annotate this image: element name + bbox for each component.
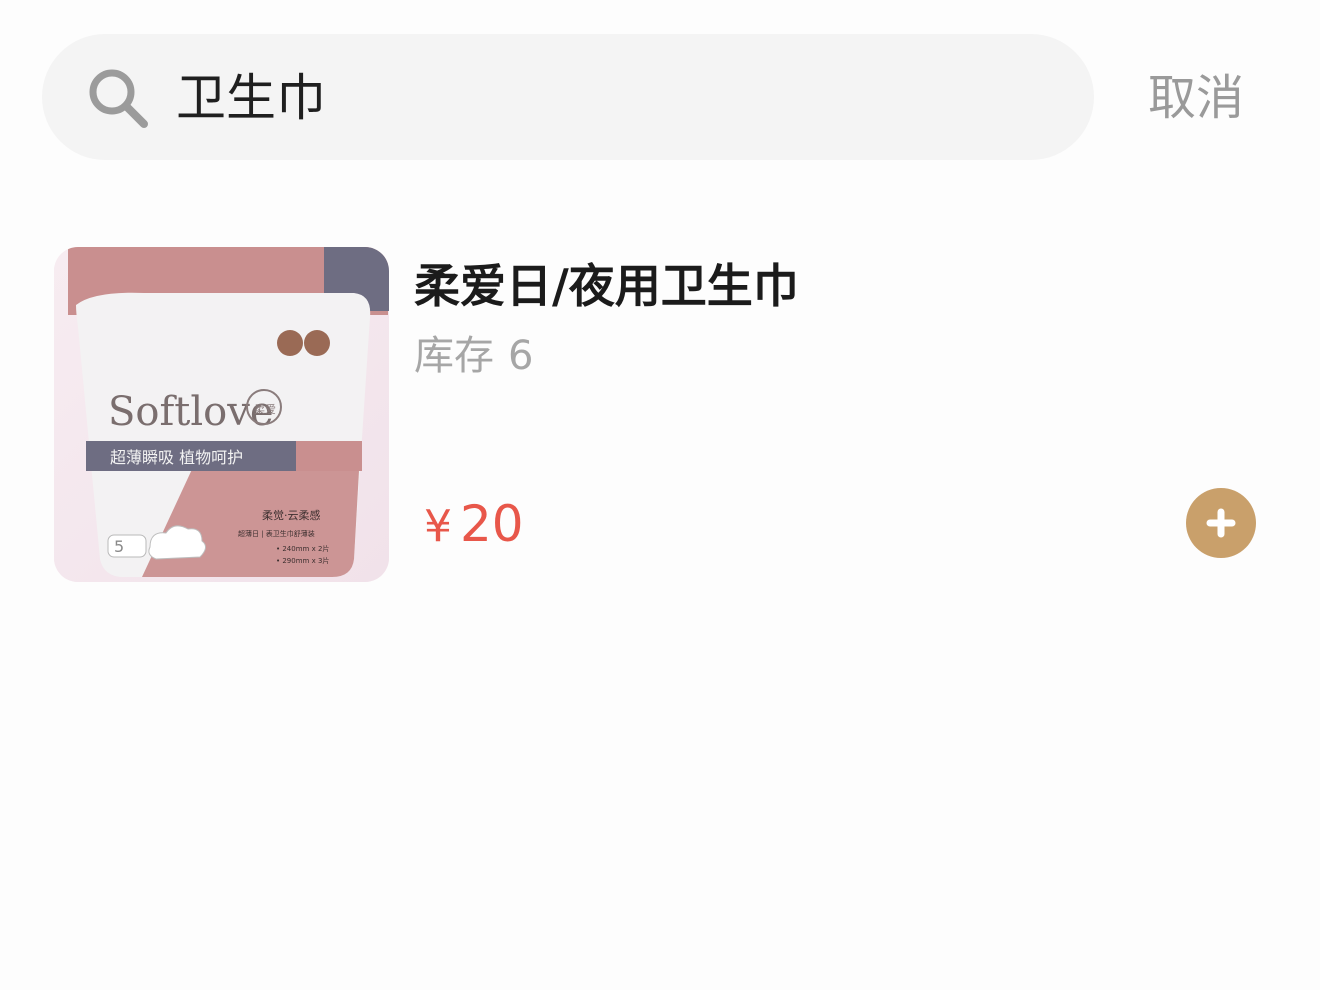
search-results-page: 取消 超薄瞬吸 植物呵护 Softlove <box>0 0 1320 990</box>
price-currency: ¥ <box>424 501 452 552</box>
product-package-illustration: 超薄瞬吸 植物呵护 Softlove 柔爱 柔觉·云柔感 超薄日 | 表卫生巾舒… <box>54 247 389 582</box>
plus-icon <box>1206 508 1236 538</box>
add-to-cart-button[interactable] <box>1186 488 1256 558</box>
price-value: 20 <box>460 495 524 553</box>
package-spec-2: • 290mm x 3片 <box>276 556 329 565</box>
package-slogan-text: 超薄瞬吸 植物呵护 <box>110 448 243 467</box>
product-name[interactable]: 柔爱日/夜用卫生巾 <box>414 256 799 316</box>
search-icon <box>89 69 148 128</box>
product-image[interactable]: 超薄瞬吸 植物呵护 Softlove 柔爱 柔觉·云柔感 超薄日 | 表卫生巾舒… <box>54 247 389 582</box>
stock-value: 6 <box>508 333 534 379</box>
package-count-badge: 5 <box>114 537 124 556</box>
product-price: ¥20 <box>424 494 524 557</box>
product-stock: 库存 6 <box>414 330 533 382</box>
package-line-name: 柔觉·云柔感 <box>262 509 321 522</box>
package-brand-badge: 柔爱 <box>254 403 276 416</box>
package-spec-line: 超薄日 | 表卫生巾舒薄装 <box>238 529 315 538</box>
cancel-button[interactable]: 取消 <box>1148 66 1244 130</box>
stock-label: 库存 <box>414 333 494 379</box>
search-input[interactable] <box>176 66 1036 130</box>
package-spec-1: • 240mm x 2片 <box>276 544 329 553</box>
